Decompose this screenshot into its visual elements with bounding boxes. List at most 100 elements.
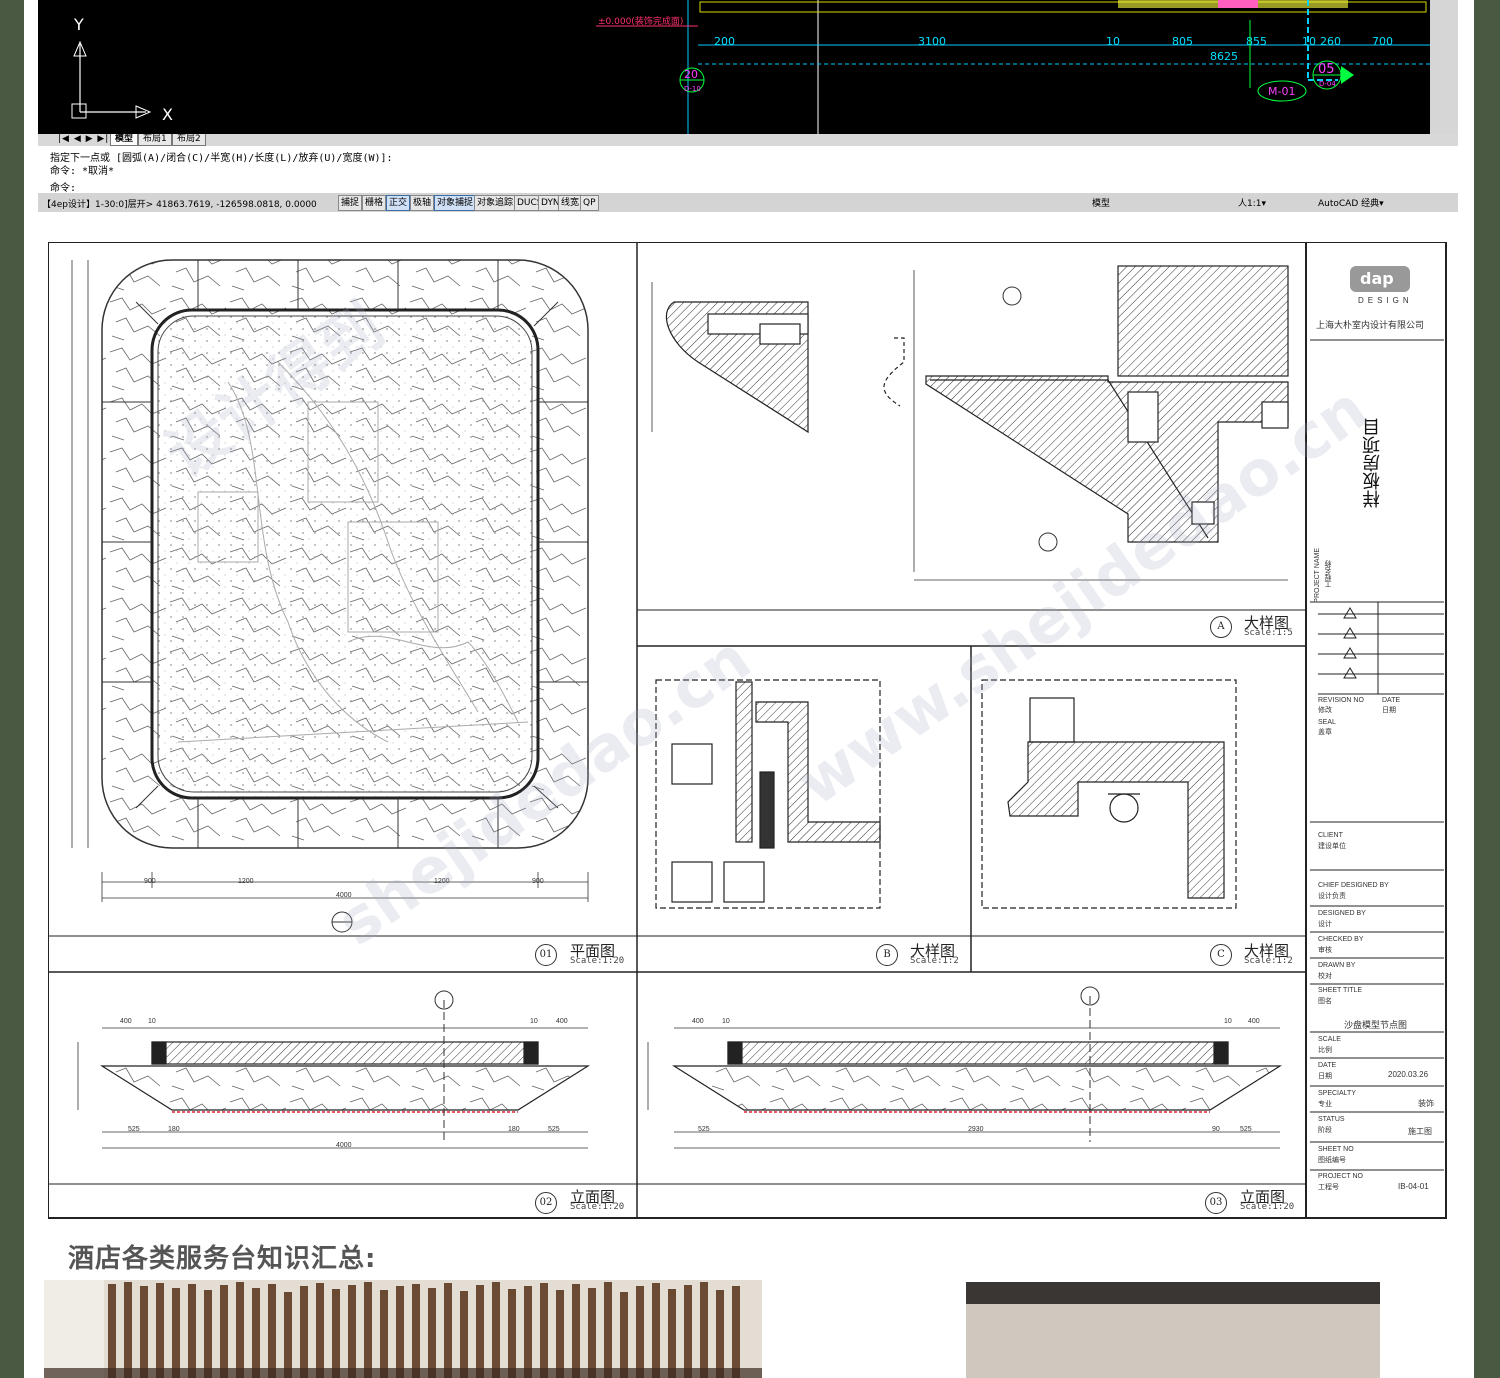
model-space-button[interactable]: 模型 xyxy=(1092,196,1110,209)
workspace-switch[interactable]: AutoCAD 经典▾ xyxy=(1318,196,1384,209)
view-02-scale: Scale:1:20 xyxy=(570,1202,625,1212)
sheet-title-label-cn: 图名 xyxy=(1318,998,1332,1005)
company-logo-sub: DESIGN xyxy=(1358,296,1413,305)
lineweight-toggle[interactable]: 线宽 xyxy=(558,195,583,211)
section-heading: 酒店各类服务台知识汇总: xyxy=(68,1244,377,1274)
elev03-dim: 90 xyxy=(1212,1126,1220,1133)
elev03-dim: 525 xyxy=(1240,1126,1252,1133)
cad-dim: 200 xyxy=(714,35,735,48)
elev02-dim: 180 xyxy=(168,1126,180,1133)
command-prompt[interactable]: 命令: xyxy=(50,179,76,194)
tab-layout1[interactable]: 布局1 xyxy=(138,134,172,146)
specialty-label-en: SPECIALTY xyxy=(1318,1090,1356,1097)
checker-label-cn: 审核 xyxy=(1318,947,1332,954)
cad-dim: 855 xyxy=(1246,35,1267,48)
view-03-scale: Scale:1:20 xyxy=(1240,1202,1295,1212)
autocad-window: Y X ±0.000(装饰完成面) 200 3100 10 805 855 26… xyxy=(38,0,1458,212)
date-value-label-en: DATE xyxy=(1318,1062,1337,1069)
callout-05-num: 05 xyxy=(1318,62,1335,77)
designer-label-en: DESIGNED BY xyxy=(1318,910,1366,917)
callout-20-ref: D-10 xyxy=(684,85,701,93)
project-name-label-en: PROJECT NAME xyxy=(1314,548,1321,603)
elev02-dim: 400 xyxy=(556,1018,568,1025)
elev02-dim: 4000 xyxy=(336,1142,352,1149)
service-counter-photo xyxy=(966,1282,1380,1378)
elev03-dim: 525 xyxy=(698,1126,710,1133)
drawer-label-en: DRAWN BY xyxy=(1318,962,1356,969)
company-logo: dap xyxy=(1360,269,1394,288)
view-c-scale: Scale:1:2 xyxy=(1244,956,1293,966)
view-c-bubble: C xyxy=(1210,944,1232,966)
specialty-label-cn: 专业 xyxy=(1318,1101,1332,1108)
date-label-en: DATE xyxy=(1382,697,1401,704)
cad-dim: 10 xyxy=(1106,35,1120,48)
command-history-line: 命令: *取消* xyxy=(50,166,115,177)
status-label-cn: 阶段 xyxy=(1318,1127,1332,1134)
cad-dim: 700 xyxy=(1372,35,1393,48)
specialty-value: 装饰 xyxy=(1418,1099,1434,1108)
sheet-no-label-en: SHEET NO xyxy=(1318,1146,1354,1153)
sheet-title-label-en: SHEET TITLE xyxy=(1318,987,1363,994)
issue-date: 2020.03.26 xyxy=(1388,1070,1429,1079)
revision-label-en: REVISION NO xyxy=(1318,697,1364,704)
command-window[interactable]: 指定下一点或 [圆弧(A)/闭合(C)/半宽(H)/长度(L)/放弃(U)/宽度… xyxy=(38,146,1458,194)
elev03-dim: 10 xyxy=(1224,1018,1232,1025)
elev03-dim: 2930 xyxy=(968,1126,984,1133)
scale-label-en: SCALE xyxy=(1318,1036,1341,1043)
osnap-toggle[interactable]: 对象捕捉 xyxy=(434,195,477,211)
revision-label-cn: 修改 xyxy=(1318,707,1332,714)
callout-05-ref: D-04 xyxy=(1319,80,1336,88)
view-b-bubble: B xyxy=(876,944,898,966)
elev02-dim: 10 xyxy=(530,1018,538,1025)
article-page: Y X ±0.000(装饰完成面) 200 3100 10 805 855 26… xyxy=(24,0,1474,1378)
plan-dim: 900 xyxy=(532,878,544,885)
status-label-en: STATUS xyxy=(1318,1116,1345,1123)
date-value-label-cn: 日期 xyxy=(1318,1073,1332,1080)
elev03-dim: 400 xyxy=(1248,1018,1260,1025)
drawer-label-cn: 校对 xyxy=(1318,973,1332,980)
company-name: 上海大朴室内设计有限公司 xyxy=(1316,320,1425,330)
elev02-dim: 10 xyxy=(148,1018,156,1025)
qp-toggle[interactable]: QP xyxy=(580,195,599,211)
drawing-sheet: 900 1200 4000 1200 900 400 10 525 180 40… xyxy=(48,242,1448,1220)
view-a-scale: Scale:1:5 xyxy=(1244,628,1293,638)
chief-designer-label-cn: 设计负责 xyxy=(1318,893,1346,900)
plan-dim: 4000 xyxy=(336,892,352,899)
tab-model[interactable]: 模型 xyxy=(110,134,139,146)
project-name-label-cn: 工程名称 xyxy=(1325,560,1332,588)
axis-x-label: X xyxy=(162,105,173,124)
polar-toggle[interactable]: 极轴 xyxy=(410,195,435,211)
counter-top xyxy=(966,1282,1380,1304)
plan-dim: 900 xyxy=(144,878,156,885)
coordinate-readout: 【4ep设计】1-30:0]层开> 41863.7619, -126598.08… xyxy=(42,200,317,210)
elev02-dim: 525 xyxy=(128,1126,140,1133)
grid-toggle[interactable]: 栅格 xyxy=(362,195,387,211)
otrack-toggle[interactable]: 对象追踪 xyxy=(474,195,517,211)
reception-desk-photo xyxy=(44,1280,762,1378)
elev03-dim: 400 xyxy=(692,1018,704,1025)
snap-toggle[interactable]: 捕捉 xyxy=(338,195,363,211)
vertical-scrollbar[interactable] xyxy=(1430,0,1458,134)
drawing-canvas[interactable]: Y X ±0.000(装饰完成面) 200 3100 10 805 855 26… xyxy=(38,0,1430,134)
view-b-scale: Scale:1:2 xyxy=(910,956,959,966)
scale-label-cn: 比例 xyxy=(1318,1047,1332,1054)
canvas-drawing: Y X ±0.000(装饰完成面) 200 3100 10 805 855 26… xyxy=(71,0,1430,134)
cad-dim: 260 xyxy=(1320,35,1341,48)
view-a-bubble: A xyxy=(1210,616,1232,638)
project-no-label-en: PROJECT NO xyxy=(1318,1173,1363,1180)
ortho-toggle[interactable]: 正交 xyxy=(386,195,411,211)
view-01-scale: Scale:1:20 xyxy=(570,956,625,966)
annotation-scale[interactable]: 人1:1▾ xyxy=(1238,196,1266,209)
elev02-dim: 525 xyxy=(548,1126,560,1133)
tab-nav-arrows[interactable]: |◀ ◀ ▶ ▶| xyxy=(58,134,109,144)
plan-dim: 1200 xyxy=(434,878,450,885)
view-03-bubble: 03 xyxy=(1205,1192,1227,1214)
tab-layout2[interactable]: 布局2 xyxy=(172,134,206,146)
status-bar: 【4ep设计】1-30:0]层开> 41863.7619, -126598.08… xyxy=(38,193,1458,212)
view-02-bubble: 02 xyxy=(535,1192,557,1214)
plan-dim: 1200 xyxy=(238,878,254,885)
client-label-en: CLIENT xyxy=(1318,832,1343,839)
sheet-number: IB-04-01 xyxy=(1398,1182,1429,1191)
date-label-cn: 日期 xyxy=(1382,707,1396,714)
project-name: 样板房项目 xyxy=(1362,418,1383,508)
